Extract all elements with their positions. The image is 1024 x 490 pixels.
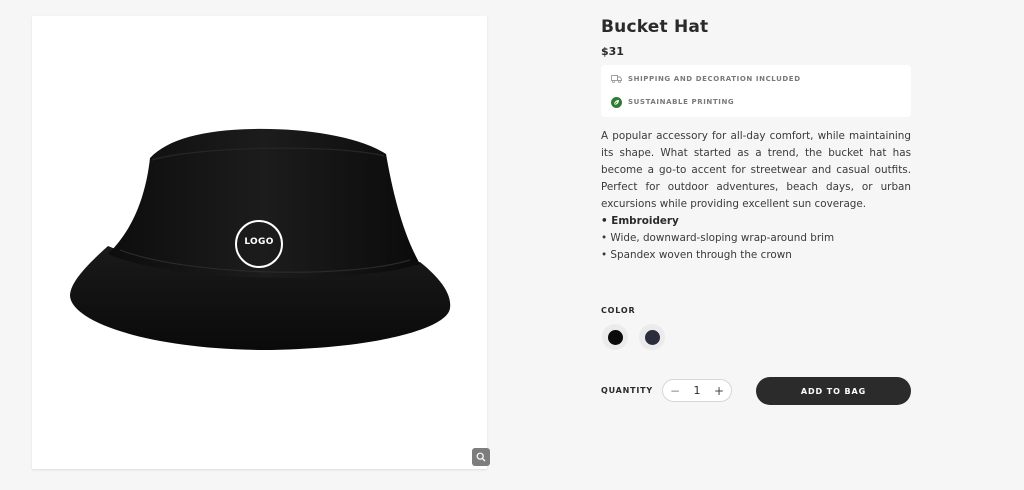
product-price: $31 (601, 45, 624, 58)
product-page: LOGO Bucket Hat $31 SHIPPING AND DECORAT… (0, 0, 1024, 490)
leaf-icon (610, 96, 622, 108)
bullet-item: • Spandex woven through the crown (601, 249, 792, 261)
swatch-fill (644, 329, 660, 345)
product-title: Bucket Hat (601, 17, 709, 37)
feature-bullets: • Embroidery • Wide, downward-sloping wr… (601, 213, 911, 264)
feature-shipping: SHIPPING AND DECORATION INCLUDED (610, 73, 801, 85)
truck-icon (610, 73, 622, 85)
color-swatch-black[interactable] (602, 324, 628, 350)
quantity-stepper: − 1 + (662, 379, 732, 402)
bullet-item: • Embroidery (601, 215, 679, 227)
swatch-fill (607, 329, 623, 345)
color-label: COLOR (601, 306, 636, 315)
add-to-bag-button[interactable]: ADD TO BAG (756, 377, 911, 405)
quantity-decrease-button[interactable]: − (667, 383, 683, 399)
hat-logo-text: LOGO (244, 237, 274, 247)
feature-sustainable: SUSTAINABLE PRINTING (610, 96, 734, 108)
quantity-label: QUANTITY (601, 386, 654, 395)
feature-box: SHIPPING AND DECORATION INCLUDED SUSTAIN… (601, 65, 911, 117)
color-swatches (602, 324, 665, 350)
zoom-button[interactable] (472, 448, 490, 466)
bullet-item: • Wide, downward-sloping wrap-around bri… (601, 232, 835, 244)
feature-shipping-label: SHIPPING AND DECORATION INCLUDED (628, 75, 801, 83)
color-swatch-navy[interactable] (639, 324, 665, 350)
feature-sustainable-label: SUSTAINABLE PRINTING (628, 98, 735, 106)
quantity-increase-button[interactable]: + (711, 383, 727, 399)
magnifier-icon (476, 452, 486, 462)
quantity-value[interactable]: 1 (687, 384, 707, 397)
product-description: A popular accessory for all-day comfort,… (601, 130, 911, 210)
product-image-panel: LOGO (32, 16, 490, 469)
